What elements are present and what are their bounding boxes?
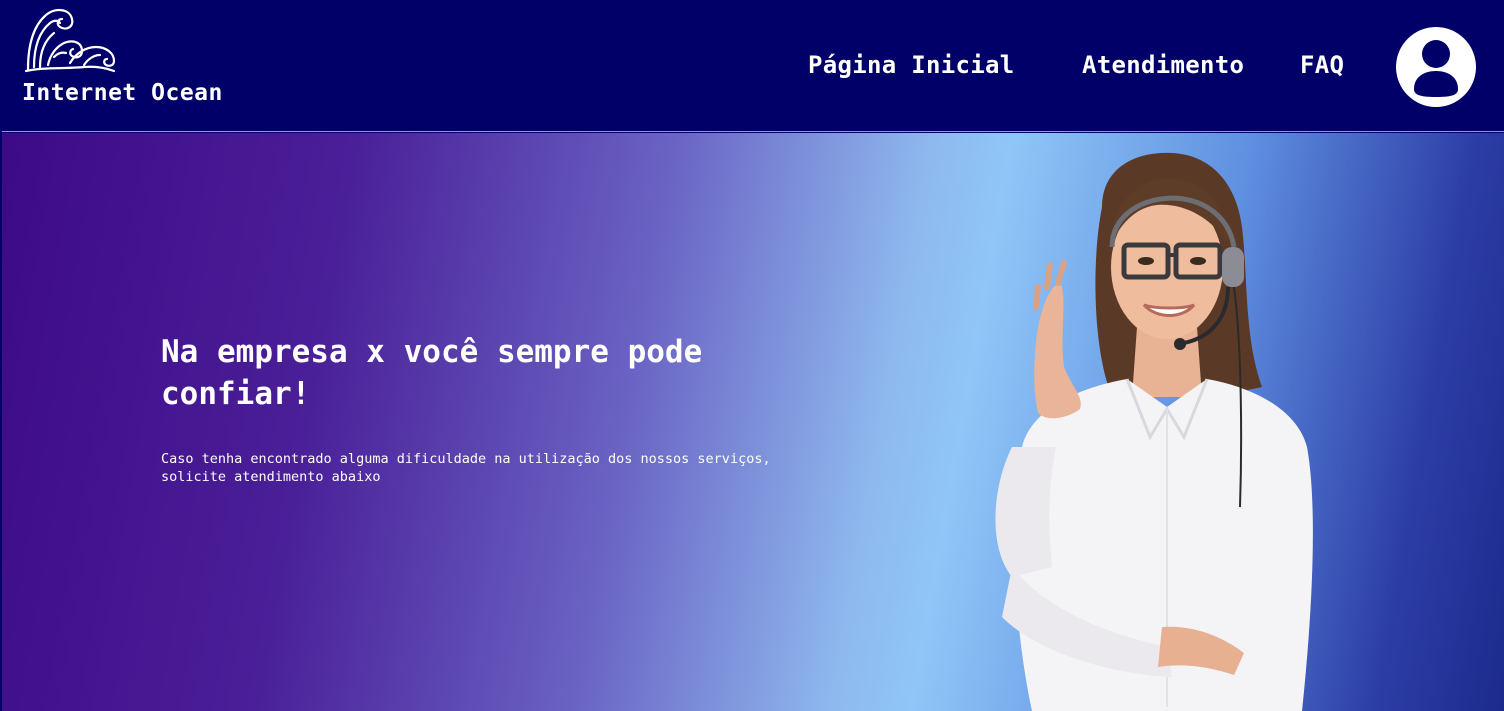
- user-avatar-button[interactable]: [1396, 27, 1476, 107]
- hero-section: Na empresa x você sempre pode confiar! C…: [2, 133, 1504, 711]
- nav-link-faq[interactable]: FAQ: [1300, 51, 1344, 79]
- navbar: Internet Ocean Página Inicial Atendiment…: [2, 1, 1504, 132]
- hero-description: Caso tenha encontrado alguma dificuldade…: [161, 451, 771, 485]
- page: Internet Ocean Página Inicial Atendiment…: [2, 1, 1504, 711]
- hero-title: Na empresa x você sempre pode confiar!: [161, 334, 703, 412]
- wave-logo-icon: [24, 9, 116, 73]
- brand-logo[interactable]: Internet Ocean: [22, 7, 262, 107]
- user-avatar-icon: [1414, 40, 1458, 97]
- brand-name: Internet Ocean: [22, 80, 223, 106]
- nav-link-atendimento[interactable]: Atendimento: [1082, 51, 1244, 79]
- support-agent-image: [995, 152, 1313, 711]
- nav-link-home[interactable]: Página Inicial: [808, 51, 1015, 79]
